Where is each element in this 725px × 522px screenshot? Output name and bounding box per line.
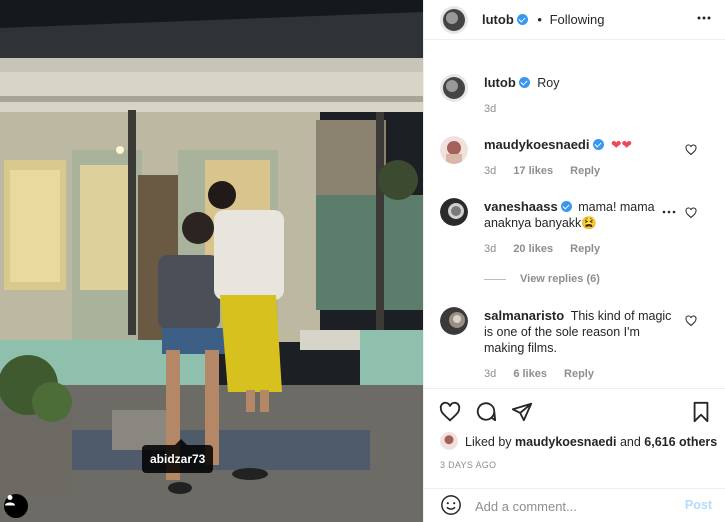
post-header: lutob • Following: [424, 0, 725, 40]
comment-text-line-2: is one of the sole reason I'm: [484, 325, 640, 339]
likes-prefix: Liked by: [465, 435, 516, 449]
photo-user-tag[interactable]: abidzar73: [142, 439, 214, 473]
comment-text-line-2: anaknya banyakk😫: [484, 216, 597, 230]
caption-text: Roy: [537, 76, 560, 90]
view-replies-button[interactable]: View replies (6): [484, 273, 600, 285]
share-paper-plane-icon[interactable]: [511, 401, 533, 428]
caption: lutob Roy: [484, 75, 559, 91]
comment-input[interactable]: [475, 497, 675, 515]
separator-dot: •: [537, 12, 542, 27]
comment-meta: 3d 17 likes Reply: [484, 165, 614, 177]
comment-avatar[interactable]: [440, 307, 468, 335]
comment-avatar[interactable]: [440, 198, 468, 226]
action-bar: Liked by maudykoesnaedi and 6,616 others…: [424, 388, 725, 488]
author-username[interactable]: lutob: [482, 12, 514, 27]
comment-likes[interactable]: 6 likes: [513, 368, 547, 380]
comment-like-heart-icon[interactable]: [685, 314, 697, 332]
verified-badge-icon: [592, 139, 604, 150]
comment-likes[interactable]: 17 likes: [513, 165, 553, 177]
verified-badge-icon: [518, 77, 530, 88]
comment-time[interactable]: 3d: [484, 368, 496, 380]
reply-button[interactable]: Reply: [564, 368, 594, 380]
caption-author-avatar[interactable]: [440, 74, 468, 102]
comment-username[interactable]: salmanaristo: [484, 308, 564, 323]
caption-time[interactable]: 3d: [484, 103, 496, 115]
comment-text-line-3: making films.: [484, 341, 557, 355]
more-options-icon[interactable]: [696, 10, 712, 31]
comment-bubble-icon[interactable]: [475, 401, 497, 428]
comment-body: maudykoesnaedi ❤❤: [484, 137, 632, 153]
post-photo[interactable]: abidzar73: [0, 0, 423, 522]
comment-like-heart-icon[interactable]: [685, 206, 697, 224]
likes-count[interactable]: 6,616 others: [644, 435, 717, 449]
tagged-users-icon[interactable]: [4, 494, 28, 518]
add-comment-bar: Post: [424, 488, 725, 522]
bookmark-icon[interactable]: [691, 401, 711, 428]
comment-likes[interactable]: 20 likes: [513, 243, 553, 255]
comment-body: vaneshaass mama! mama anaknya banyakk😫: [484, 199, 655, 231]
comment-text-line-1: This kind of magic: [570, 309, 672, 323]
comment-options-icon[interactable]: [662, 205, 676, 224]
comment-meta: 3d 20 likes Reply: [484, 243, 614, 255]
comment-like-heart-icon[interactable]: [685, 143, 697, 161]
comment-time[interactable]: 3d: [484, 165, 496, 177]
caption-meta: 3d: [484, 103, 510, 115]
author-avatar[interactable]: [440, 6, 468, 34]
post-side-panel: lutob • Following lutob Roy 3d maudykoes…: [423, 0, 725, 522]
likes-summary: Liked by maudykoesnaedi and 6,616 others: [465, 435, 717, 449]
comment-time[interactable]: 3d: [484, 243, 496, 255]
comment-text-line-1: mama! mama: [578, 200, 655, 214]
comment-username[interactable]: maudykoesnaedi: [484, 137, 590, 152]
like-heart-icon[interactable]: [439, 401, 461, 428]
post-comment-button[interactable]: Post: [685, 498, 712, 512]
comment-username[interactable]: vaneshaass: [484, 199, 558, 214]
reply-button[interactable]: Reply: [570, 165, 600, 177]
comment-meta: 3d 6 likes Reply: [484, 368, 608, 380]
photo-scene: [0, 0, 423, 522]
header-meta: lutob • Following: [482, 12, 605, 27]
comment-avatar[interactable]: [440, 136, 468, 164]
verified-badge-icon: [516, 14, 528, 25]
liker-avatar[interactable]: [440, 432, 458, 450]
liker-username[interactable]: maudykoesnaedi: [515, 435, 616, 449]
follow-status[interactable]: Following: [550, 12, 605, 27]
comment-text: ❤❤: [610, 138, 632, 152]
emoji-icon[interactable]: [440, 494, 462, 521]
likes-conjunction: and: [616, 435, 645, 449]
reply-button[interactable]: Reply: [570, 243, 600, 255]
verified-badge-icon: [560, 201, 572, 212]
caption-username[interactable]: lutob: [484, 75, 516, 90]
comment-body: salmanaristo This kind of magic is one o…: [484, 308, 671, 356]
post-timestamp[interactable]: 3 DAYS AGO: [440, 460, 496, 470]
